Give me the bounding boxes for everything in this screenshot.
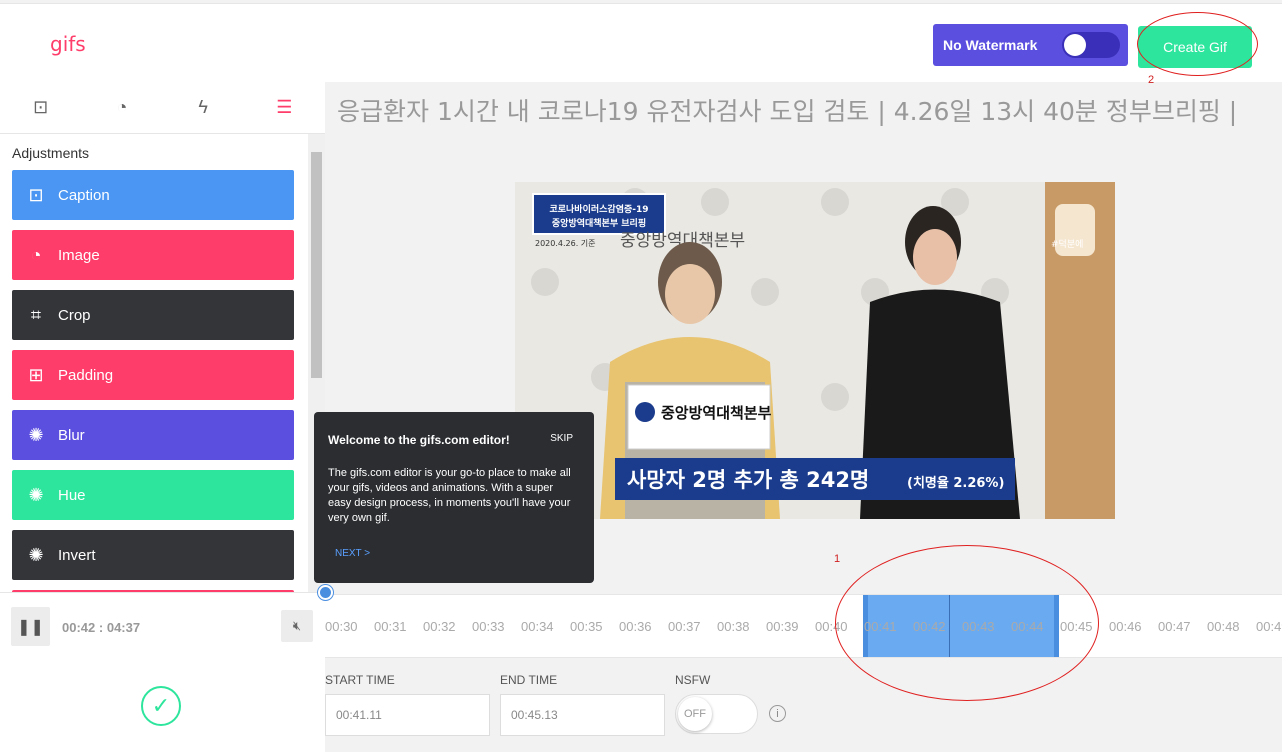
timeline-tick: 00:49	[1256, 619, 1282, 634]
playback-time: 00:42 : 04:37	[62, 620, 140, 635]
nsfw-state: OFF	[678, 697, 712, 731]
tooltip-title: Welcome to the gifs.com editor!	[328, 433, 510, 447]
tab-effects[interactable]: ϟ	[163, 82, 244, 133]
muted-speaker-icon: 🔇︎	[292, 618, 302, 633]
adjustment-label: Caption	[58, 186, 110, 204]
tooltip-next-button[interactable]: NEXT >	[335, 548, 370, 559]
start-time-label: START TIME	[325, 673, 395, 687]
info-icon[interactable]: i	[769, 705, 786, 722]
tab-caption[interactable]: ⊡	[0, 82, 81, 133]
annotation-number-2: 2	[1148, 74, 1155, 86]
caption-box-line2: 중앙방역대책본부 브리핑	[552, 217, 646, 229]
lower-third-main: 사망자 2명 추가 총 242명	[627, 468, 869, 492]
annotation-ellipse-1	[835, 545, 1099, 701]
adjustment-crop-button[interactable]: ⌗ Crop	[12, 290, 294, 340]
confirm-check-button[interactable]: ✓	[141, 686, 181, 726]
adjustment-padding-button[interactable]: ⊞ Padding	[12, 350, 294, 400]
timeline-tick: 00:47	[1158, 619, 1191, 634]
end-time-input[interactable]: 00:45.13	[500, 694, 665, 736]
adjustment-label: Invert	[58, 546, 96, 564]
video-preview[interactable]: 코로나바이러스감염증-19 중앙방역대책본부 브리핑 2020.4.26. 기준…	[515, 182, 1115, 519]
padding-icon: ⊞	[28, 364, 44, 385]
adjustment-caption-button[interactable]: ⊡ Caption	[12, 170, 294, 220]
adjustment-label: Crop	[58, 306, 91, 324]
logo[interactable]: gifs	[50, 32, 86, 56]
palette-icon: ✺	[28, 424, 44, 445]
timeline[interactable]: 00:30 00:31 00:32 00:33 00:34 00:35 00:36 00:37…	[325, 594, 1282, 658]
total-time: 04:37	[106, 620, 141, 635]
timeline-tick: 00:33	[472, 619, 505, 634]
caption-date: 2020.4.26. 기준	[535, 239, 596, 248]
image-icon: ◔	[30, 244, 42, 265]
adjustment-image-button[interactable]: ◔ Image	[12, 230, 294, 280]
timeline-tick: 00:35	[570, 619, 603, 634]
tooltip-body: The gifs.com editor is your go-to place …	[328, 467, 571, 524]
caption-icon: ⊡	[33, 97, 49, 117]
image-icon: ◔	[116, 97, 128, 117]
adjustment-label: Image	[58, 246, 100, 264]
timeline-tick: 00:46	[1109, 619, 1142, 634]
time-separator: :	[98, 620, 104, 635]
current-time: 00:42	[62, 620, 96, 635]
caption-icon: ⊡	[28, 184, 44, 205]
caption-box-line1: 코로나바이러스감염증-19	[549, 203, 648, 215]
mute-button[interactable]: 🔇︎	[281, 610, 313, 642]
sliders-icon: ☰	[276, 97, 293, 117]
nsfw-label: NSFW	[675, 673, 711, 687]
timeline-tick: 00:32	[423, 619, 456, 634]
annotation-ellipse-2	[1137, 12, 1258, 76]
pause-icon: ❚❚	[17, 618, 44, 636]
video-title: 응급환자 1시간 내 코로나19 유전자검사 도입 검토 | 4.26일 13시…	[337, 97, 1238, 126]
watermark-switch[interactable]	[1062, 32, 1120, 58]
palette-icon: ✺	[28, 484, 44, 505]
welcome-tooltip: Welcome to the gifs.com editor! SKIP The…	[314, 412, 594, 583]
no-watermark-toggle[interactable]: No Watermark	[933, 24, 1128, 66]
adjustments-panel: Adjustments ⊡ Caption ◔ Image ⌗ Crop ⊞ Padding ✺…	[0, 134, 325, 592]
adjustment-hue-button[interactable]: ✺ Hue	[12, 470, 294, 520]
no-watermark-label: No Watermark	[943, 37, 1038, 53]
confirm-area: ✓	[0, 658, 325, 752]
badge-text: #덕분에	[1051, 239, 1083, 250]
timeline-tick: 00:36	[619, 619, 652, 634]
adjustment-label: Hue	[58, 486, 86, 504]
header: gifs No Watermark Create Gif	[0, 4, 1282, 82]
adjustment-blur-button[interactable]: ✺ Blur	[12, 410, 294, 460]
timeline-tick: 00:37	[668, 619, 701, 634]
watermark-switch-knob	[1064, 34, 1086, 56]
adjustment-label: Blur	[58, 426, 85, 444]
pause-button[interactable]: ❚❚	[11, 607, 50, 646]
end-time-label: END TIME	[500, 673, 558, 687]
timeline-tick: 00:34	[521, 619, 554, 634]
tooltip-skip-button[interactable]: SKIP	[550, 433, 573, 444]
timeline-tick: 00:38	[717, 619, 750, 634]
check-icon: ✓	[151, 693, 171, 718]
tool-tabs: ⊡ ◔ ϟ ☰	[0, 82, 325, 134]
tab-image[interactable]: ◔	[81, 82, 162, 133]
lightning-icon: ϟ	[198, 97, 208, 117]
video-frame-graphic: 코로나바이러스감염증-19 중앙방역대책본부 브리핑 2020.4.26. 기준…	[515, 182, 1115, 519]
podium-label: 중앙방역대책본부	[661, 404, 772, 422]
playhead-handle[interactable]	[318, 585, 333, 600]
lower-third-sub: (치명율 2.26%)	[907, 475, 1004, 491]
annotation-number-1: 1	[834, 553, 841, 565]
timeline-tick: 00:30	[325, 619, 358, 634]
start-time-input[interactable]: 00:41.11	[325, 694, 490, 736]
timeline-tick: 00:48	[1207, 619, 1240, 634]
timeline-tick: 00:31	[374, 619, 407, 634]
timeline-tick: 00:39	[766, 619, 799, 634]
nsfw-toggle[interactable]: OFF	[675, 694, 758, 734]
palette-icon: ✺	[28, 544, 44, 565]
panel-scroll-thumb[interactable]	[311, 152, 322, 378]
adjustment-invert-button[interactable]: ✺ Invert	[12, 530, 294, 580]
adjustment-label: Padding	[58, 366, 114, 384]
tab-adjust[interactable]: ☰	[244, 82, 325, 133]
player-controls: ❚❚ 00:42 : 04:37 🔇︎	[0, 592, 325, 658]
panel-title: Adjustments	[12, 145, 90, 161]
editor-root: gifs No Watermark Create Gif 2 ⊡ ◔ ϟ ☰ A…	[0, 0, 1282, 752]
crop-icon: ⌗	[30, 304, 42, 325]
